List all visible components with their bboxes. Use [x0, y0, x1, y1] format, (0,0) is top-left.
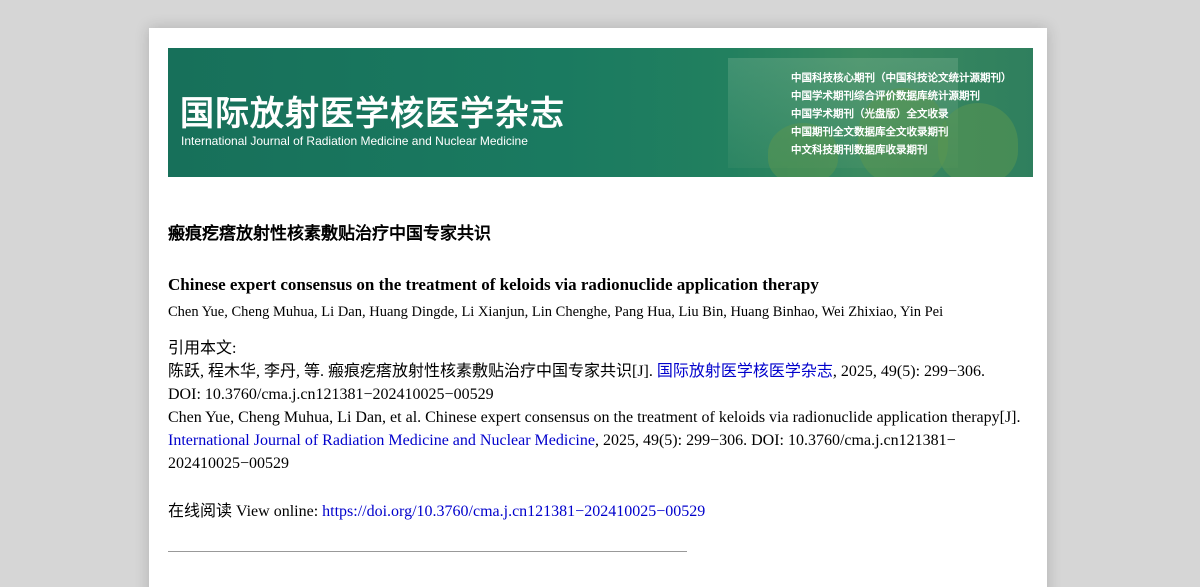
journal-title-en: International Journal of Radiation Medic… — [181, 134, 528, 148]
citation-en: Chen Yue, Cheng Muhua, Li Dan, et al. Ch… — [168, 409, 1021, 426]
view-online-label: 在线阅读 View online: — [168, 503, 323, 520]
journal-title-cn: 国际放射医学核医学杂志 — [180, 94, 565, 134]
article-title-en: Chinese expert consensus on the treatmen… — [168, 275, 819, 294]
citation-en-journal-line: International Journal of Radiation Medic… — [168, 429, 1038, 452]
citation-en-doi-end: 202410025−00529 — [168, 455, 290, 472]
indexing-list: 中国科技核心期刊（中国科技论文统计源期刊） 中国学术期刊综合评价数据库统计源期刊… — [791, 69, 1012, 159]
article-title-cn: 瘢痕疙瘩放射性核素敷贴治疗中国专家共识 — [168, 224, 491, 243]
citation-block: 引用本文: 陈跃, 程木华, 李丹, 等. 瘢痕疙瘩放射性核素敷贴治疗中国专家共… — [168, 337, 1038, 475]
journal-link-cn[interactable]: 国际放射医学核医学杂志 — [657, 363, 833, 380]
indexing-item: 中国学术期刊综合评价数据库统计源期刊 — [791, 90, 980, 102]
citation-cn-text: 陈跃, 程木华, 李丹, 等. 瘢痕疙瘩放射性核素敷贴治疗中国专家共识[J]. — [168, 363, 657, 380]
indexing-item: 中国期刊全文数据库全文收录期刊 — [791, 126, 949, 138]
citation-en-tail: , 2025, 49(5): 299−306. DOI: 10.3760/cma… — [594, 432, 956, 449]
journal-banner: 国际放射医学核医学杂志 International Journal of Rad… — [168, 48, 1033, 177]
divider — [168, 551, 687, 552]
document-page: 国际放射医学核医学杂志 International Journal of Rad… — [149, 28, 1047, 587]
doi-link[interactable]: https://doi.org/10.3760/cma.j.cn121381−2… — [322, 503, 705, 520]
view-online: 在线阅读 View online: https://doi.org/10.376… — [168, 497, 705, 521]
citation-cn-doi: DOI: 10.3760/cma.j.cn121381−202410025−00… — [168, 386, 494, 403]
indexing-item: 中国科技核心期刊（中国科技论文统计源期刊） — [791, 72, 1012, 84]
indexing-item: 中国学术期刊（光盘版）全文收录 — [791, 108, 949, 120]
citation-cn-tail: , 2025, 49(5): 299−306. — [832, 363, 986, 380]
citation-label: 引用本文: — [168, 340, 237, 357]
indexing-item: 中文科技期刊数据库收录期刊 — [791, 144, 928, 156]
journal-link-en[interactable]: International Journal of Radiation Medic… — [168, 432, 595, 449]
citation-cn: 陈跃, 程木华, 李丹, 等. 瘢痕疙瘩放射性核素敷贴治疗中国专家共识[J]. … — [168, 360, 1038, 383]
author-list: Chen Yue, Cheng Muhua, Li Dan, Huang Din… — [168, 304, 944, 320]
